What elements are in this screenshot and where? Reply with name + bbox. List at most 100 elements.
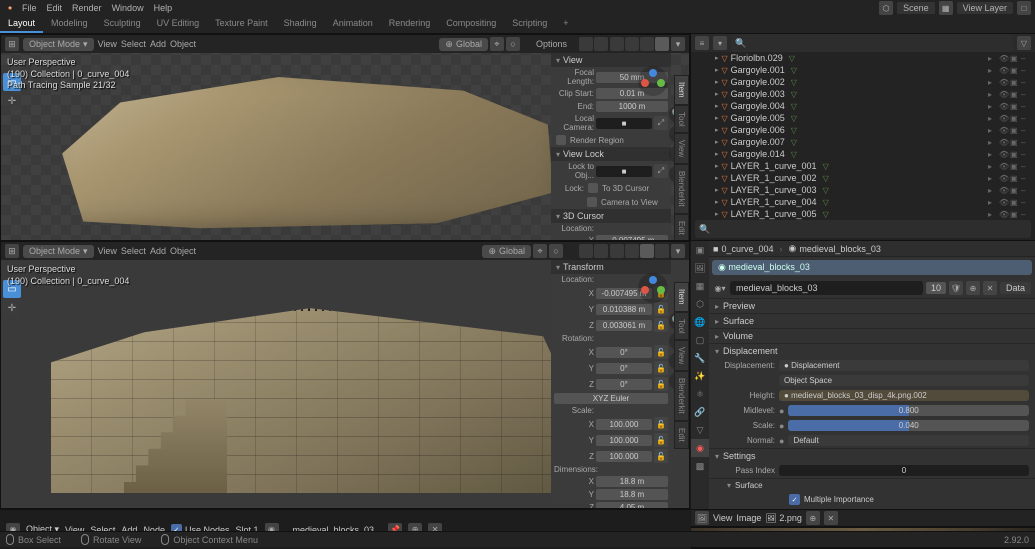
vmenu2-select[interactable]: Select — [121, 246, 146, 256]
ie-image[interactable]: Image — [736, 513, 761, 523]
tab-tool-2[interactable]: Tool — [674, 312, 689, 341]
multi-importance-chk[interactable]: ✓ — [789, 494, 800, 505]
scale-z[interactable]: 100.000 — [596, 451, 652, 462]
restrict-render-icon[interactable]: ▣ — [1010, 78, 1020, 87]
viewport-top[interactable]: ⊞ Object Mode ▾ View Select Add Object ⊕… — [0, 34, 690, 241]
expand-icon[interactable]: ▸ — [715, 90, 719, 98]
ptab-material-icon[interactable]: ◉ — [691, 439, 709, 457]
ptab-data-icon[interactable]: ▽ — [691, 421, 709, 439]
filter-icon[interactable]: ▽ — [1017, 36, 1031, 50]
menu-render[interactable]: Render — [68, 3, 106, 13]
ptab-render-icon[interactable]: ▣ — [691, 241, 709, 259]
mat-fake-icon[interactable]: 🛡 — [949, 281, 963, 295]
disable-icon[interactable]: – — [1021, 150, 1031, 159]
nav-gizmo[interactable] — [637, 65, 669, 97]
lock-y-icon[interactable]: 🔓 — [654, 302, 668, 316]
vmenu-object[interactable]: Object — [170, 39, 196, 49]
expand-icon[interactable]: ▸ — [715, 114, 719, 122]
viewlayer-field[interactable]: View Layer — [957, 2, 1013, 14]
shading-mode-btns[interactable] — [610, 37, 669, 51]
tab-tool[interactable]: Tool — [674, 105, 689, 134]
expand-icon[interactable]: ▸ — [715, 66, 719, 74]
lock-rz-icon[interactable]: 🔓 — [654, 377, 668, 391]
scale-y[interactable]: 100.000 — [596, 435, 652, 446]
snap-icon[interactable]: ⌖ — [490, 37, 504, 51]
lock-sy-icon[interactable]: 🔓 — [654, 433, 668, 447]
tab-modeling[interactable]: Modeling — [43, 16, 96, 33]
tab-uv[interactable]: UV Editing — [149, 16, 208, 33]
image-del-icon[interactable]: ✕ — [824, 511, 838, 525]
restrict-select-icon[interactable]: ▸ — [988, 102, 998, 111]
outliner-row[interactable]: ▸▽Gargoyle.001▽▸👁▣– — [691, 64, 1035, 76]
expand-icon[interactable]: ▸ — [715, 126, 719, 134]
tab-nview[interactable]: View — [674, 133, 689, 164]
vmenu2-object[interactable]: Object — [170, 246, 196, 256]
expand-icon[interactable]: ▸ — [715, 54, 719, 62]
restrict-render-icon[interactable]: ▣ — [1010, 90, 1020, 99]
restrict-render-icon[interactable]: ▣ — [1010, 150, 1020, 159]
restrict-select-icon[interactable]: ▸ — [988, 114, 998, 123]
disp-scale-slider[interactable]: 0.040 — [788, 420, 1029, 431]
tool-cursor[interactable]: ✛ — [3, 92, 21, 110]
mode-dropdown[interactable]: Object Mode ▾ — [23, 38, 94, 51]
restrict-view-icon[interactable]: 👁 — [999, 126, 1009, 135]
crumb-object[interactable]: ■ 0_curve_004 — [713, 244, 773, 254]
tab-view-2[interactable]: View — [674, 340, 689, 371]
tab-layout[interactable]: Layout — [0, 16, 43, 33]
loc-z[interactable]: 0.003061 m — [596, 320, 652, 331]
disable-icon[interactable]: – — [1021, 162, 1031, 171]
ptab-modifier-icon[interactable]: 🔧 — [691, 349, 709, 367]
restrict-render-icon[interactable]: ▣ — [1010, 138, 1020, 147]
tab-animation[interactable]: Animation — [325, 16, 381, 33]
restrict-select-icon[interactable]: ▸ — [988, 90, 998, 99]
nav-gizmo-2[interactable] — [637, 272, 669, 304]
restrict-select-icon[interactable]: ▸ — [988, 150, 998, 159]
section-settings[interactable]: Settings — [709, 448, 1035, 463]
outliner-row[interactable]: ▸▽Gargoyle.002▽▸👁▣– — [691, 76, 1035, 88]
crumb-material[interactable]: ◉ medieval_blocks_03 — [788, 243, 880, 254]
mat-link-dropdown[interactable]: Data — [1000, 282, 1031, 294]
outliner-row[interactable]: ▸▽Gargoyle.005▽▸👁▣– — [691, 112, 1035, 124]
clipend-field[interactable]: 1000 m — [596, 101, 668, 112]
mat-newcopy-icon[interactable]: ⊕ — [966, 281, 980, 295]
vmenu-select[interactable]: Select — [121, 39, 146, 49]
vmenu-add[interactable]: Add — [150, 39, 166, 49]
shading-dropdown-icon[interactable]: ▾ — [671, 37, 685, 51]
expand-icon[interactable]: ▸ — [715, 186, 719, 194]
restrict-view-icon[interactable]: 👁 — [999, 78, 1009, 87]
mat-browse-icon[interactable]: ◉▾ — [713, 281, 727, 295]
ptab-world-icon[interactable]: 🌐 — [691, 313, 709, 331]
outliner-row[interactable]: ▸▽Gargoyle.004▽▸👁▣– — [691, 100, 1035, 112]
ptab-texture-icon[interactable]: ▩ — [691, 457, 709, 475]
expand-icon[interactable]: ▸ — [715, 198, 719, 206]
disable-icon[interactable]: – — [1021, 90, 1031, 99]
lock-rx-icon[interactable]: 🔓 — [654, 345, 668, 359]
proportional-icon[interactable]: ○ — [506, 37, 520, 51]
menu-edit[interactable]: Edit — [43, 3, 67, 13]
tab-rendering[interactable]: Rendering — [381, 16, 439, 33]
dim-y[interactable]: 18.8 m — [596, 489, 668, 500]
outliner-row[interactable]: ▸▽Gargoyle.014▽▸👁▣– — [691, 148, 1035, 160]
dim-x[interactable]: 18.8 m — [596, 476, 668, 487]
lockobj-field[interactable]: ■ — [596, 166, 652, 177]
tab-edit-2[interactable]: Edit — [674, 421, 689, 449]
disable-icon[interactable]: – — [1021, 114, 1031, 123]
ptab-scene-icon[interactable]: ⬡ — [691, 295, 709, 313]
ie-view[interactable]: View — [713, 513, 732, 523]
disable-icon[interactable]: – — [1021, 198, 1031, 207]
expand-icon[interactable]: ▸ — [715, 210, 719, 218]
shading-dropdown-icon-2[interactable]: ▾ — [671, 244, 685, 258]
eyedropper2-icon[interactable]: ⤢ — [654, 164, 668, 178]
restrict-render-icon[interactable]: ▣ — [1010, 174, 1020, 183]
restrict-view-icon[interactable]: 👁 — [999, 150, 1009, 159]
outliner-search[interactable]: 🔍 — [731, 34, 1013, 52]
image-editor-icon[interactable]: 🖼 — [695, 511, 709, 525]
lock-sz-icon[interactable]: 🔓 — [654, 449, 668, 463]
tab-sculpting[interactable]: Sculpting — [96, 16, 149, 33]
restrict-view-icon[interactable]: 👁 — [999, 90, 1009, 99]
lock-sx-icon[interactable]: 🔓 — [654, 417, 668, 431]
material-slot-active[interactable]: ◉ medieval_blocks_03 — [712, 260, 1032, 275]
rot-x[interactable]: 0° — [596, 347, 652, 358]
localcam-field[interactable]: ■ — [596, 118, 652, 129]
tab-bk-2[interactable]: Blenderkit — [674, 371, 689, 421]
